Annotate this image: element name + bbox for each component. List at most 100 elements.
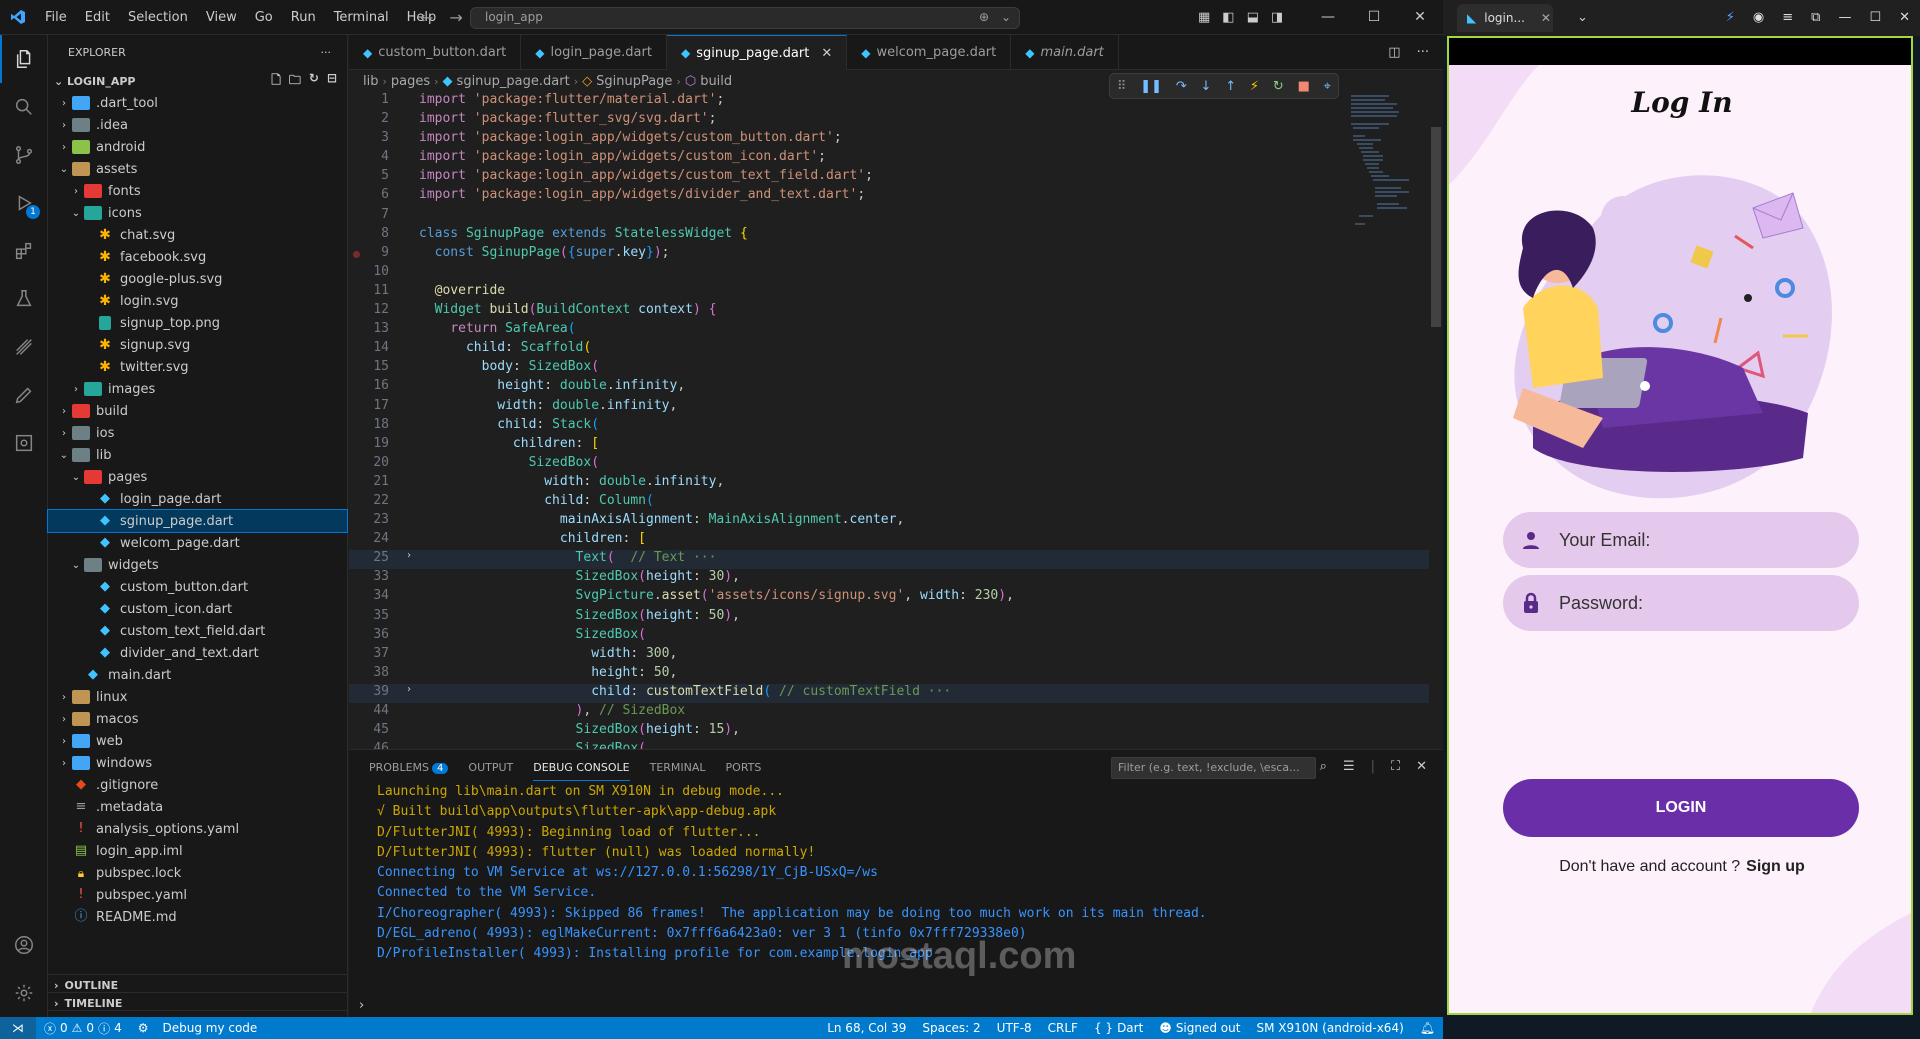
hot-reload-icon[interactable]: ⚡ <box>1726 0 1735 36</box>
breadcrumb-item[interactable]: build <box>700 74 732 89</box>
new-file-icon[interactable]: 🗋 <box>271 71 281 92</box>
console-filter-input[interactable]: Filter (e.g. text, !exclude, \esca... <box>1111 757 1316 779</box>
code-line[interactable]: 45 SizedBox(height: 15), <box>349 722 1443 741</box>
code-line[interactable]: 12 Widget build(BuildContext context) { <box>349 302 1443 321</box>
code-line[interactable]: 15 body: SizedBox( <box>349 359 1443 378</box>
file-tree-item[interactable]: ◆ custom_icon.dart <box>48 598 347 620</box>
maximize-panel-icon[interactable]: ⛶ <box>1391 750 1400 784</box>
console-input-chevron-icon[interactable]: › <box>359 998 364 1013</box>
tab-debug-console[interactable]: DEBUG CONSOLE <box>533 761 630 781</box>
tab-welcom_page-dart[interactable]: ◆ welcom_page.dart <box>847 35 1012 70</box>
code-line[interactable]: 6 import 'package:login_app/widgets/divid… <box>349 187 1443 206</box>
refresh-icon[interactable]: ↻ <box>309 71 319 92</box>
menu-item-file[interactable]: File <box>36 0 76 35</box>
code-line[interactable]: 36 SizedBox( <box>349 627 1443 646</box>
file-tree-item[interactable]: ◆ welcom_page.dart <box>48 532 347 554</box>
file-tree-item[interactable]: › .idea <box>48 114 347 136</box>
file-tree-item[interactable]: ⌄ pages <box>48 466 347 488</box>
file-tree-item[interactable]: ◆ main.dart <box>48 664 347 686</box>
close-tab-icon[interactable]: ✕ <box>1541 11 1551 25</box>
cursor-position[interactable]: Ln 68, Col 39 <box>819 1021 914 1035</box>
file-tree-item[interactable]: › linux <box>48 686 347 708</box>
tab-ports[interactable]: PORTS <box>726 761 762 774</box>
file-tree-item[interactable]: › fonts <box>48 180 347 202</box>
screenshot-icon[interactable]: ⧉ <box>1811 0 1820 36</box>
file-tree-item[interactable]: ◆ custom_button.dart <box>48 576 347 598</box>
file-tree-item[interactable]: ◆ divider_and_text.dart <box>48 642 347 664</box>
close-window-icon[interactable]: ✕ <box>1899 0 1910 36</box>
emulator-tab[interactable]: ◣ login... ✕ <box>1457 4 1553 32</box>
menu-item-go[interactable]: Go <box>246 0 282 35</box>
code-line[interactable]: 33 SizedBox(height: 30), <box>349 569 1443 588</box>
edit-icon[interactable] <box>0 371 48 419</box>
toggle-panel-icon[interactable]: ⬓ <box>1247 0 1259 35</box>
tab-terminal[interactable]: TERMINAL <box>650 761 706 774</box>
file-tree-item[interactable]: ✱ facebook.svg <box>48 246 347 268</box>
file-tree-item[interactable]: ✱ google-plus.svg <box>48 268 347 290</box>
file-tree-item[interactable]: › web <box>48 730 347 752</box>
breadcrumb-item[interactable]: SginupPage <box>596 74 672 89</box>
file-tree-item[interactable]: ⌄ lib <box>48 444 347 466</box>
code-line[interactable]: 37 width: 300, <box>349 646 1443 665</box>
code-line[interactable]: 25 › Text( // Text ··· <box>349 550 1443 570</box>
chevron-down-icon[interactable]: ⌄ <box>1001 10 1011 24</box>
code-line[interactable]: 8 class SginupPage extends StatelessWidge… <box>349 226 1443 245</box>
extensions-icon[interactable] <box>0 227 48 275</box>
code-line[interactable]: 7 <box>349 207 1443 226</box>
search-icon[interactable] <box>0 83 48 131</box>
indentation[interactable]: Spaces: 2 <box>914 1021 988 1035</box>
code-line[interactable]: 13 return SafeArea( <box>349 321 1443 340</box>
profile-icon[interactable]: ◉ <box>1753 0 1764 36</box>
run-debug-icon[interactable]: 1 <box>0 179 48 227</box>
file-tree-item[interactable]: › build <box>48 400 347 422</box>
code-line[interactable]: 19 children: [ <box>349 436 1443 455</box>
file-tree-item[interactable]: › ios <box>48 422 347 444</box>
workspace-root[interactable]: ⌄ LOGIN_APP 🗋 🗀 ↻ ⊟ <box>48 70 347 92</box>
file-tree-item[interactable]: ⌄ icons <box>48 202 347 224</box>
copilot-icon[interactable]: ⊕ <box>979 10 989 24</box>
breadcrumb-item[interactable]: sginup_page.dart <box>457 74 570 89</box>
file-tree-item[interactable]: ◆ custom_text_field.dart <box>48 620 347 642</box>
code-line[interactable]: 20 SizedBox( <box>349 455 1443 474</box>
tab-problems[interactable]: PROBLEMS 4 <box>369 761 449 774</box>
minimize-icon[interactable]: — <box>1838 0 1851 36</box>
account-icon[interactable] <box>0 921 48 969</box>
settings-gear-icon[interactable] <box>0 969 48 1017</box>
breakpoint-icon[interactable] <box>353 250 360 258</box>
menu-item-view[interactable]: View <box>197 0 246 35</box>
file-tree-item[interactable]: ! pubspec.yaml <box>48 884 347 906</box>
chevron-down-icon[interactable]: ⌄ <box>1577 0 1588 36</box>
code-line[interactable]: 22 child: Column( <box>349 493 1443 512</box>
file-tree-item[interactable]: ◆ login_page.dart <box>48 488 347 510</box>
file-tree-item[interactable]: ✱ twitter.svg <box>48 356 347 378</box>
file-tree-item[interactable]: ⌄ assets <box>48 158 347 180</box>
editor-scrollbar[interactable] <box>1429 92 1443 749</box>
code-line[interactable]: 17 width: double.infinity, <box>349 398 1443 417</box>
maximize-icon[interactable]: ☐ <box>1869 0 1881 36</box>
file-tree-item[interactable]: ◆ .gitignore <box>48 774 347 796</box>
scrollbar-thumb[interactable] <box>1431 127 1441 327</box>
menu-item-run[interactable]: Run <box>282 0 325 35</box>
fold-chevron-icon[interactable]: › <box>399 550 419 569</box>
source-control-icon[interactable] <box>0 131 48 179</box>
file-tree-item[interactable]: › android <box>48 136 347 158</box>
code-line[interactable]: 21 width: double.infinity, <box>349 474 1443 493</box>
search-icon[interactable]: ⌕ <box>1320 750 1327 784</box>
code-line[interactable]: 16 height: double.infinity, <box>349 378 1443 397</box>
file-tree-item[interactable]: › .dart_tool <box>48 92 347 114</box>
code-line[interactable]: 11 @override <box>349 283 1443 302</box>
debug-status[interactable]: ⚙ Debug my code <box>130 1021 266 1035</box>
clear-console-icon[interactable]: ☰ <box>1343 750 1355 784</box>
code-line[interactable]: 5 import 'package:login_app/widgets/custo… <box>349 168 1443 187</box>
tab-login_page-dart[interactable]: ◆ login_page.dart <box>521 35 667 70</box>
language-mode[interactable]: { } Dart <box>1086 1021 1151 1035</box>
file-tree-item[interactable]: › windows <box>48 752 347 774</box>
more-actions-icon[interactable]: ··· <box>321 46 332 59</box>
breadcrumb-item[interactable]: lib <box>363 74 378 89</box>
menu-icon[interactable]: ≡ <box>1782 0 1793 36</box>
remote-explorer-icon[interactable] <box>0 323 48 371</box>
menu-item-selection[interactable]: Selection <box>119 0 197 35</box>
file-tree-item[interactable]: › images <box>48 378 347 400</box>
customize-layout-icon[interactable]: ▦ <box>1198 0 1210 35</box>
code-line[interactable]: 34 SvgPicture.asset('assets/icons/signup… <box>349 588 1443 607</box>
